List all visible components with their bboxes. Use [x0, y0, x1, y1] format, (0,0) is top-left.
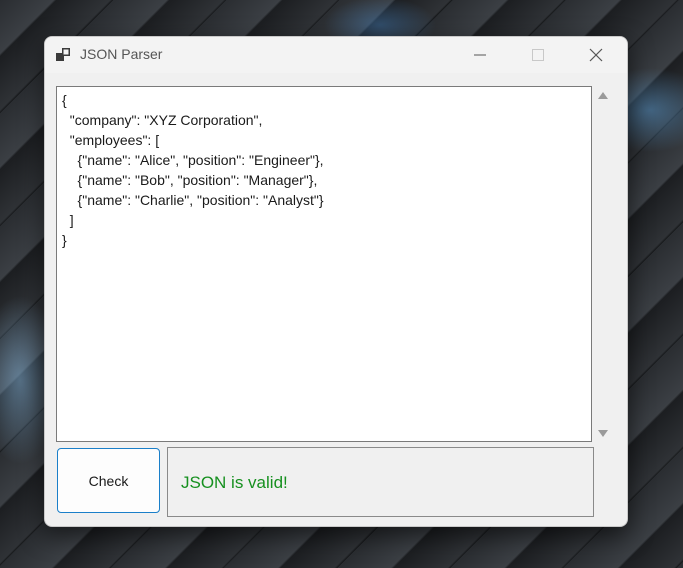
scroll-up-arrow-icon[interactable] [598, 92, 608, 99]
minimize-icon [474, 54, 486, 56]
json-parser-window: JSON Parser { "company": "XYZ Corporatio… [44, 36, 628, 527]
app-window-icon [56, 47, 71, 62]
window-title: JSON Parser [80, 46, 163, 62]
minimize-button[interactable] [457, 37, 503, 73]
maximize-button[interactable] [515, 37, 561, 73]
maximize-icon [532, 49, 544, 61]
close-icon [589, 48, 603, 62]
json-input-content: { "company": "XYZ Corporation", "employe… [62, 92, 324, 248]
json-input-textarea[interactable]: { "company": "XYZ Corporation", "employe… [56, 86, 592, 442]
check-button[interactable]: Check [57, 448, 160, 513]
vertical-scrollbar[interactable] [594, 86, 614, 442]
status-message: JSON is valid! [181, 473, 288, 492]
close-button[interactable] [573, 37, 619, 73]
scroll-down-arrow-icon[interactable] [598, 430, 608, 437]
status-panel: JSON is valid! [167, 447, 594, 517]
title-bar[interactable]: JSON Parser [45, 37, 627, 73]
